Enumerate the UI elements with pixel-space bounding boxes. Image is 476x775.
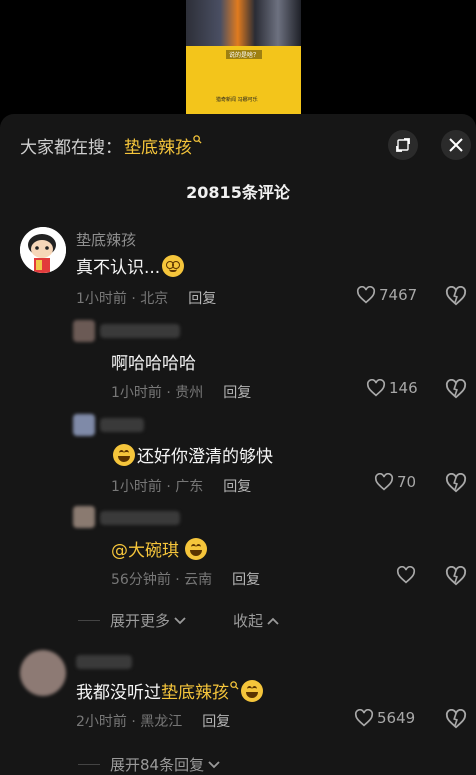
reply-meta: 56分钟前 · 云南 回复 xyxy=(111,569,260,589)
like-count: 70 xyxy=(397,473,417,491)
chevron-down-icon xyxy=(208,760,220,768)
laughing-emoji-icon xyxy=(241,679,263,702)
reply-time-location: 56分钟前 · 云南 xyxy=(111,572,213,588)
dislike-icon[interactable] xyxy=(445,566,467,586)
search-keyword[interactable]: 垫底辣孩 xyxy=(124,133,192,158)
search-icon xyxy=(230,675,239,695)
collapse-label: 收起 xyxy=(233,612,264,630)
comment-text: 我都没听过 垫底辣孩 xyxy=(76,678,265,703)
heart-icon xyxy=(356,286,376,304)
reply-time-location: 1小时前 · 贵州 xyxy=(111,385,204,401)
blurred-username xyxy=(76,655,132,669)
reply-button[interactable]: 回复 xyxy=(223,382,251,402)
heart-icon xyxy=(396,566,416,584)
chevron-up-icon xyxy=(267,617,279,625)
expand-more-link[interactable]: 展开更多 xyxy=(78,610,187,631)
heart-icon xyxy=(354,709,374,727)
like-button[interactable]: 70 xyxy=(374,473,416,491)
collapse-link[interactable]: 收起 xyxy=(233,610,280,631)
laughing-emoji-icon xyxy=(185,537,207,560)
heart-icon xyxy=(374,473,394,491)
avatar[interactable] xyxy=(20,227,66,273)
comment-time-location: 2小时前 · 黑龙江 xyxy=(76,714,183,730)
reply-body: 还好你澄清的够快 xyxy=(137,447,273,467)
reply-button[interactable]: 回复 xyxy=(188,288,216,308)
comment-username[interactable]: 垫底辣孩 xyxy=(76,229,136,250)
expand-button[interactable] xyxy=(388,130,418,160)
reply-text: @大碗琪 xyxy=(111,536,209,561)
blurred-username xyxy=(100,324,180,338)
reply-meta: 1小时前 · 贵州 回复 xyxy=(111,382,251,402)
search-prefix: 大家都在搜： xyxy=(20,138,122,158)
reply-text: 啊哈哈哈哈 xyxy=(111,354,196,374)
video-thumbnail[interactable]: 说的是啥？ 猎奇新闻 冯娜可乐 xyxy=(186,0,301,114)
like-count: 146 xyxy=(389,379,418,397)
comment-count: 20815条评论 xyxy=(186,183,290,202)
like-button[interactable] xyxy=(396,566,419,584)
comment-body: 真不认识... xyxy=(76,258,161,278)
reply-button[interactable]: 回复 xyxy=(232,569,260,589)
divider-line xyxy=(78,620,100,621)
blurred-username xyxy=(100,418,144,432)
reply-button[interactable]: 回复 xyxy=(223,476,251,496)
like-count: 5649 xyxy=(377,709,416,727)
like-count: 7467 xyxy=(379,286,418,304)
divider-line xyxy=(78,764,100,765)
video-preview-area: 说的是啥？ 猎奇新闻 冯娜可乐 xyxy=(0,0,476,114)
reply-text: 还好你澄清的够快 xyxy=(111,442,273,467)
like-button[interactable]: 5649 xyxy=(354,709,415,727)
avatar[interactable] xyxy=(73,414,95,436)
keyword-link[interactable]: 垫底辣孩 xyxy=(161,678,229,703)
blush-emoji-icon xyxy=(162,254,185,277)
blurred-username xyxy=(100,511,180,525)
chevron-down-icon xyxy=(174,616,186,624)
search-suggestion[interactable]: 大家都在搜： 垫底辣孩 xyxy=(20,133,202,158)
expand-replies-label: 展开84条回复 xyxy=(110,756,205,774)
expand-icon xyxy=(396,138,410,152)
comment-meta: 1小时前 · 北京 回复 xyxy=(76,288,216,308)
like-button[interactable]: 146 xyxy=(366,379,418,397)
comment-text: 真不认识... xyxy=(76,253,186,278)
avatar[interactable] xyxy=(20,650,66,696)
dislike-icon[interactable] xyxy=(445,709,467,729)
close-button[interactable] xyxy=(441,130,471,160)
laughing-emoji-icon xyxy=(113,443,135,466)
dislike-icon[interactable] xyxy=(445,473,467,493)
video-photo xyxy=(186,0,301,46)
video-footer-text: 猎奇新闻 冯娜可乐 xyxy=(216,97,258,103)
video-caption: 说的是啥？ xyxy=(226,50,263,59)
reply-time-location: 1小时前 · 广东 xyxy=(111,479,204,495)
reply-button[interactable]: 回复 xyxy=(202,711,230,731)
expand-replies-link[interactable]: 展开84条回复 xyxy=(78,754,221,775)
comment-body: 我都没听过 xyxy=(76,683,161,703)
close-icon xyxy=(449,138,463,152)
reply-meta: 1小时前 · 广东 回复 xyxy=(111,476,251,496)
heart-icon xyxy=(366,379,386,397)
avatar[interactable] xyxy=(73,506,95,528)
like-button[interactable]: 7467 xyxy=(356,286,417,304)
expand-more-label: 展开更多 xyxy=(110,612,171,630)
comment-meta: 2小时前 · 黑龙江 回复 xyxy=(76,711,230,731)
avatar[interactable] xyxy=(73,320,95,342)
comment-time-location: 1小时前 · 北京 xyxy=(76,291,169,307)
dislike-icon[interactable] xyxy=(445,379,467,399)
dislike-icon[interactable] xyxy=(445,286,467,306)
mention-link[interactable]: @大碗琪 xyxy=(111,536,179,561)
search-icon xyxy=(193,134,202,147)
